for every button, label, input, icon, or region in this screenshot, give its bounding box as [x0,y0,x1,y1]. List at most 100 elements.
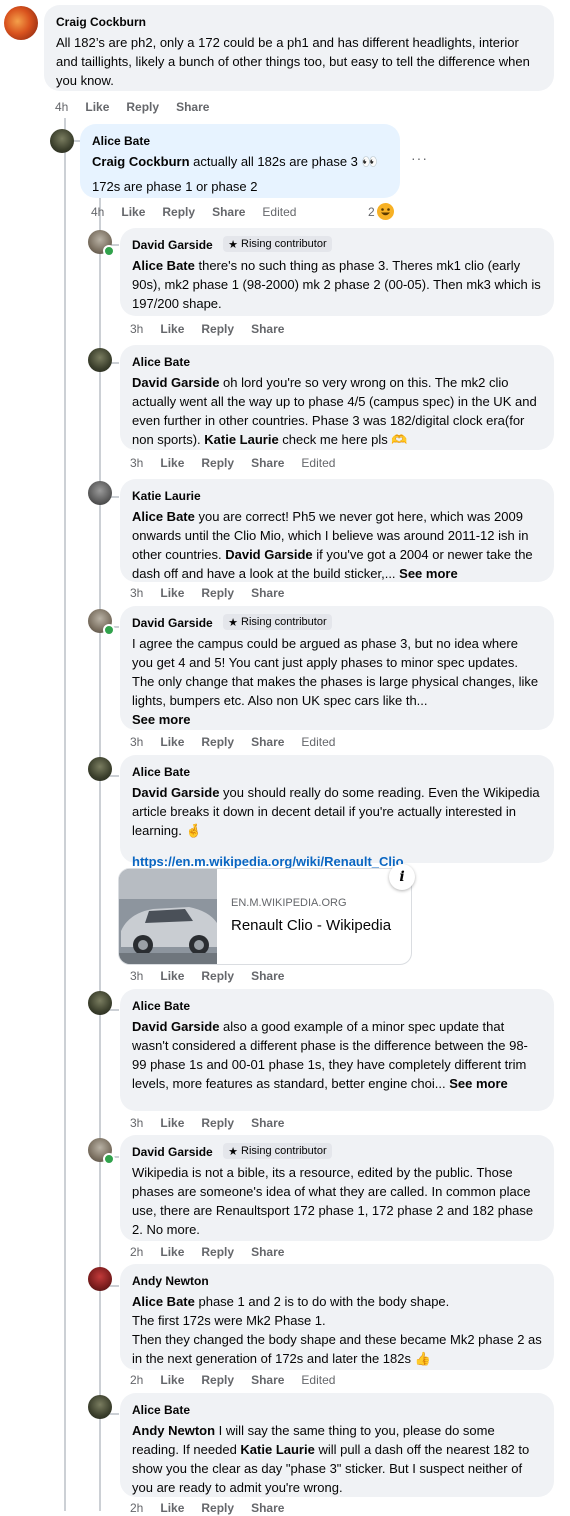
share-button[interactable]: Share [251,968,284,984]
comment-bubble: Alice Bate Andy Newton I will say the sa… [120,1393,554,1497]
reply-button[interactable]: Reply [201,1372,234,1388]
comment-time[interactable]: 2h [130,1372,143,1388]
link-preview-title[interactable]: Renault Clio - Wikipedia [231,917,391,934]
like-button[interactable]: Like [160,455,184,471]
comment-author[interactable]: Alice Bate [92,133,150,149]
like-button[interactable]: Like [160,1372,184,1388]
rising-contributor-badge: ★ Rising contributor [223,614,332,630]
comment-author[interactable]: Katie Laurie [132,488,201,504]
like-button[interactable]: Like [85,99,109,115]
avatar[interactable] [88,1395,112,1419]
mention-link[interactable]: Alice Bate [132,258,195,273]
comment-author[interactable]: David Garside [132,615,213,631]
reply-button[interactable]: Reply [126,99,159,115]
mention-link[interactable]: David Garside [132,375,219,390]
comment-author[interactable]: Alice Bate [132,354,190,370]
star-icon: ★ [228,616,239,629]
like-button[interactable]: Like [160,1500,184,1516]
mention-link[interactable]: Alice Bate [132,1294,195,1309]
avatar[interactable] [88,1267,112,1291]
comment-actions: 3h Like Reply Share [130,968,284,984]
see-more-link[interactable]: See more [449,1076,508,1091]
see-more-link[interactable]: See more [132,712,191,727]
share-button[interactable]: Share [251,1244,284,1260]
edited-label: Edited [262,205,297,219]
comment-bubble: Alice Bate Craig Cockburn actually all 1… [80,124,400,198]
comment-author[interactable]: David Garside [132,237,213,253]
like-button[interactable]: Like [160,585,184,601]
comment-time[interactable]: 4h [91,204,104,220]
avatar[interactable] [88,348,112,372]
like-button[interactable]: Like [160,321,184,337]
comment-author[interactable]: Alice Bate [132,998,190,1014]
mention-link[interactable]: David Garside [225,547,312,562]
share-button[interactable]: Share [212,204,245,220]
avatar[interactable] [88,481,112,505]
mention-link[interactable]: Craig Cockburn [92,154,190,169]
like-button[interactable]: Like [121,204,145,220]
comment-text: 172s are phase 1 or phase 2 [92,179,258,194]
comment-author[interactable]: Andy Newton [132,1273,209,1289]
comment-author[interactable]: Alice Bate [132,1402,190,1418]
more-options-icon[interactable]: ··· [411,150,428,166]
laugh-reaction-icon [375,202,395,221]
avatar[interactable] [50,129,74,153]
reply-button[interactable]: Reply [162,204,195,220]
comment-author[interactable]: Alice Bate [132,764,190,780]
comment-author[interactable]: David Garside [132,1144,213,1160]
comment-time[interactable]: 3h [130,1115,143,1131]
reply-button[interactable]: Reply [201,585,234,601]
comment-actions: 2h Like Reply Share [130,1500,284,1516]
comment-time[interactable]: 4h [55,99,68,115]
mention-link[interactable]: Katie Laurie [204,432,278,447]
share-button[interactable]: Share [251,585,284,601]
reply-button[interactable]: Reply [201,321,234,337]
share-button[interactable]: Share [251,1500,284,1516]
star-icon: ★ [228,238,239,251]
share-button[interactable]: Share [176,99,209,115]
like-button[interactable]: Like [160,1244,184,1260]
comment-time[interactable]: 3h [130,968,143,984]
avatar[interactable] [4,6,38,40]
mention-link[interactable]: Katie Laurie [240,1442,314,1457]
avatar[interactable] [88,991,112,1015]
comment-bubble: Craig Cockburn All 182’s are ph2, only a… [44,5,554,91]
comment-time[interactable]: 3h [130,734,143,750]
reply-button[interactable]: Reply [201,1244,234,1260]
mention-link[interactable]: David Garside [132,785,219,800]
reply-button[interactable]: Reply [201,1115,234,1131]
reply-button[interactable]: Reply [201,968,234,984]
comment-time[interactable]: 2h [130,1500,143,1516]
see-more-link[interactable]: See more [399,566,458,581]
like-button[interactable]: Like [160,968,184,984]
share-button[interactable]: Share [251,734,284,750]
share-button[interactable]: Share [251,455,284,471]
comment-time[interactable]: 3h [130,321,143,337]
comment-text: Wikipedia is not a bible, its a resource… [132,1165,534,1237]
comment-bubble: Katie Laurie Alice Bate you are correct!… [120,479,554,582]
share-button[interactable]: Share [251,321,284,337]
comment-time[interactable]: 2h [130,1244,143,1260]
comment-time[interactable]: 3h [130,455,143,471]
comment-actions: 3h Like Reply Share Edited [130,734,335,750]
mention-link[interactable]: Alice Bate [132,509,195,524]
comment-time[interactable]: 3h [130,585,143,601]
share-button[interactable]: Share [251,1115,284,1131]
comment-text: phase 1 and 2 is to do with the body sha… [194,1294,450,1309]
mention-link[interactable]: David Garside [132,1019,219,1034]
comment-author[interactable]: Craig Cockburn [56,14,146,30]
reply-button[interactable]: Reply [201,455,234,471]
link-preview-card[interactable]: EN.M.WIKIPEDIA.ORG Renault Clio - Wikipe… [118,868,412,965]
reply-button[interactable]: Reply [201,1500,234,1516]
reply-button[interactable]: Reply [201,734,234,750]
mention-link[interactable]: Andy Newton [132,1423,215,1438]
like-button[interactable]: Like [160,734,184,750]
info-icon[interactable]: i [389,864,415,890]
link-preview-image [119,869,217,964]
share-button[interactable]: Share [251,1372,284,1388]
comment-actions: 3h Like Reply Share [130,321,284,337]
reactions[interactable]: 2 [368,202,395,221]
comment-text: All 182’s are ph2, only a 172 could be a… [56,35,530,88]
avatar[interactable] [88,757,112,781]
like-button[interactable]: Like [160,1115,184,1131]
